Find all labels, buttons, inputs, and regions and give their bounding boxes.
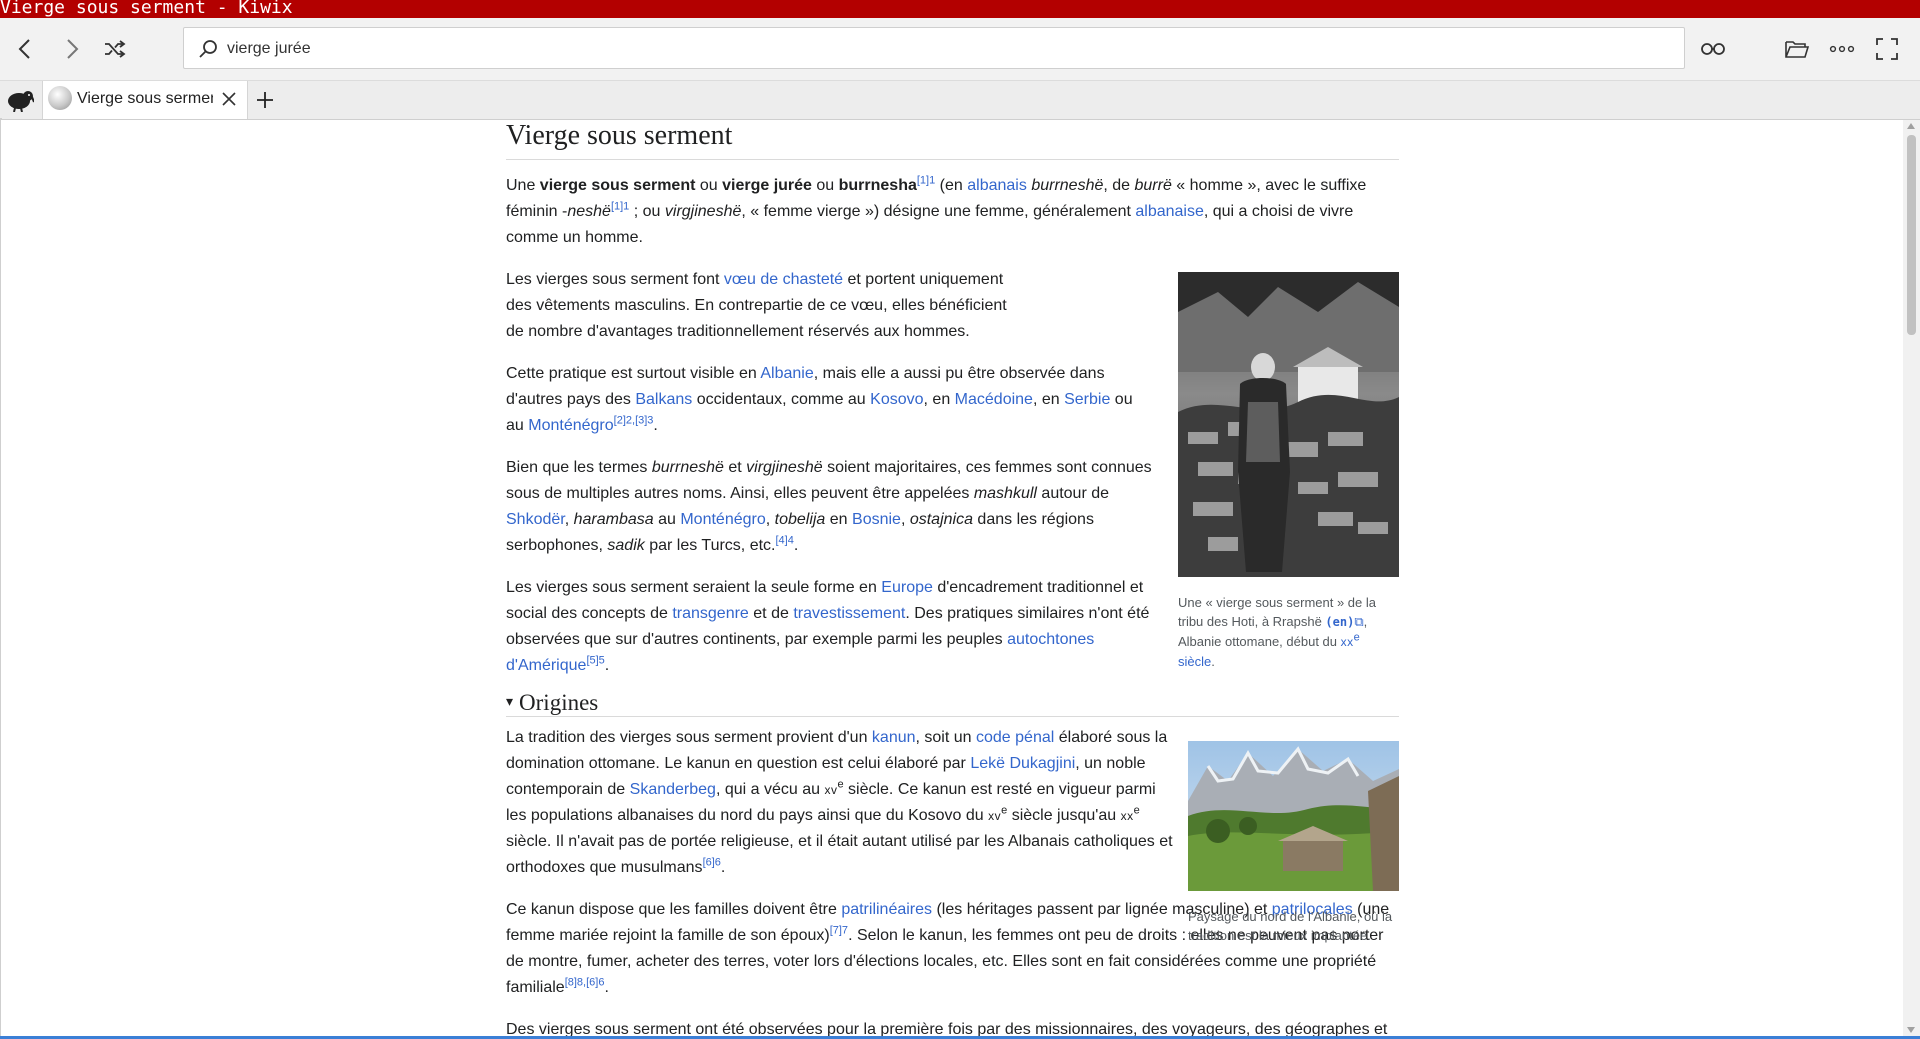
menu-button[interactable] [1826, 33, 1858, 65]
library-button[interactable] [6, 88, 35, 117]
caption-text: . [1211, 654, 1215, 669]
figure-caption: Une « vierge sous serment » de la tribu … [1178, 593, 1399, 671]
reference-link[interactable]: [4]4 [775, 535, 793, 547]
link-leke-dukagjini[interactable]: Lekë Dukagjini [970, 755, 1075, 772]
tab-bar: Vierge sous serment [0, 81, 1920, 120]
bold-term: vierge sous serment [539, 177, 696, 194]
reference-link[interactable]: [6]6 [703, 857, 721, 869]
reference-link[interactable]: [5]5 [586, 655, 604, 667]
scroll-down-arrow-icon[interactable] [1907, 1027, 1915, 1033]
reference-link[interactable]: [6]6 [586, 977, 604, 989]
kiwix-logo-icon [8, 91, 35, 113]
link-serbie[interactable]: Serbie [1064, 391, 1110, 408]
paragraph-noms: Bien que les termes burrneshë et virgjin… [506, 459, 1152, 554]
search-input[interactable]: vierge jurée [227, 40, 311, 58]
close-icon[interactable] [221, 91, 237, 107]
link-albanais[interactable]: albanais [967, 177, 1027, 194]
chevron-left-icon [18, 39, 30, 59]
page-title: Vierge sous serment [506, 120, 1399, 160]
paragraph-pays: Cette pratique est surtout visible en Al… [506, 365, 1133, 434]
wikipedia-globe-icon [48, 86, 72, 110]
figure-paysage: Paysage du nord de l'Albanie, où la trad… [1188, 741, 1399, 945]
chevron-right-icon [67, 39, 79, 59]
link-montenegro[interactable]: Monténégro [680, 511, 765, 528]
plus-icon [257, 92, 273, 108]
reference-link[interactable]: [1]1 [611, 201, 629, 213]
section-heading-origines[interactable]: ▾ Origines [506, 679, 1399, 717]
figure-caption: Paysage du nord de l'Albanie, où la trad… [1188, 909, 1393, 943]
toolbar: vierge jurée [0, 18, 1920, 81]
paragraph-intro: Une vierge sous serment ou vierge jurée … [506, 174, 1367, 246]
collapse-triangle-icon[interactable]: ▾ [506, 690, 513, 716]
new-tab-button[interactable] [256, 91, 274, 114]
reference-link[interactable]: [7]7 [830, 925, 848, 937]
photo-albania-landscape[interactable] [1188, 741, 1399, 891]
paragraph-kanun: La tradition des vierges sous serment pr… [506, 729, 1173, 876]
bold-term: burrnesha [838, 177, 917, 194]
link-balkans[interactable]: Balkans [635, 391, 692, 408]
article-viewport: Vierge sous serment Une « vierge sous se… [1, 120, 1904, 1037]
reference-link[interactable]: [8]8 [565, 977, 583, 989]
scrollbar-thumb[interactable] [1907, 135, 1916, 335]
link-transgenre[interactable]: transgenre [672, 605, 749, 622]
external-link-icon[interactable]: ⧉ [1354, 614, 1363, 629]
paragraph-missionnaires: Des vierges sous serment ont été observé… [506, 1021, 1388, 1037]
link-macedoine[interactable]: Macédoine [955, 391, 1033, 408]
glasses-icon [1701, 43, 1725, 55]
link-skanderbeg[interactable]: Skanderbeg [630, 781, 716, 798]
link-shkoder[interactable]: Shkodër [506, 511, 565, 528]
link-kosovo[interactable]: Kosovo [870, 391, 923, 408]
random-article-button[interactable] [99, 33, 131, 65]
reference-link[interactable]: [2]2 [614, 415, 632, 427]
reading-mode-button[interactable] [1697, 33, 1729, 65]
photo-woman-stone-wall[interactable] [1178, 272, 1399, 577]
link-albanaise[interactable]: albanaise [1135, 203, 1204, 220]
tab-label: Vierge sous serment [77, 90, 213, 107]
link-travestissement[interactable]: travestissement [793, 605, 905, 622]
link-albanie[interactable]: Albanie [760, 365, 813, 382]
paragraph-voeu: Les vierges sous serment font vœu de cha… [506, 271, 1007, 340]
window-title: Vierge sous serment - Kiwix [0, 0, 1920, 18]
fullscreen-icon [1876, 38, 1898, 60]
fullscreen-button[interactable] [1871, 33, 1903, 65]
folder-open-icon [1785, 41, 1810, 58]
link-voeu-chastete[interactable]: vœu de chasteté [724, 271, 843, 288]
century-link[interactable]: xx [1341, 635, 1354, 649]
article: Vierge sous serment Une « vierge sous se… [506, 120, 1399, 1037]
link-code-penal[interactable]: code pénal [976, 729, 1054, 746]
link-europe[interactable]: Europe [881, 579, 933, 596]
century-sup[interactable]: e [1354, 632, 1360, 644]
back-button[interactable] [10, 33, 42, 65]
search-box[interactable]: vierge jurée [183, 27, 1685, 69]
link-montenegro[interactable]: Monténégro [528, 417, 613, 434]
section-title: Origines [519, 689, 599, 715]
siecle-link[interactable]: siècle [1178, 654, 1211, 669]
reference-link[interactable]: [1]1 [917, 175, 935, 187]
link-kanun[interactable]: kanun [872, 729, 916, 746]
link-patrilineaires[interactable]: patrilinéaires [841, 901, 932, 918]
reference-link[interactable]: [3]3 [635, 415, 653, 427]
paragraph-europe: Les vierges sous serment seraient la seu… [506, 579, 1150, 674]
forward-button[interactable] [55, 33, 87, 65]
search-icon [199, 40, 217, 58]
scroll-up-arrow-icon[interactable] [1907, 123, 1915, 129]
open-file-button[interactable] [1781, 33, 1813, 65]
vertical-scrollbar[interactable] [1903, 120, 1920, 1036]
bold-term: vierge jurée [722, 177, 812, 194]
shuffle-icon [105, 40, 126, 58]
figure-vierge-hoti: Une « vierge sous serment » de la tribu … [1178, 272, 1399, 671]
link-bosnie[interactable]: Bosnie [852, 511, 901, 528]
lang-en-link[interactable]: (en) [1325, 615, 1354, 629]
more-horizontal-icon [1829, 45, 1855, 53]
tab-vierge-sous-serment[interactable]: Vierge sous serment [42, 81, 248, 119]
